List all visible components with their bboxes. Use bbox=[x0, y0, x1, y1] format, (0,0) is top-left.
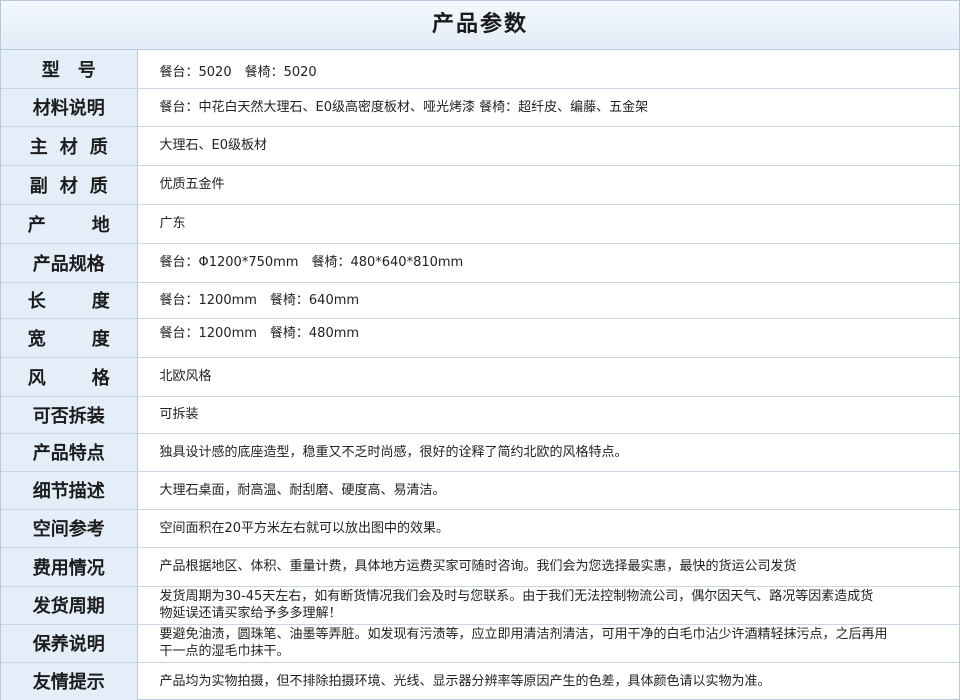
table-row: 费用情况 产品根据地区、体积、重量计费，具体地方运费买家可随时咨询。我们会为您选… bbox=[1, 547, 959, 587]
row-label: 产品规格 bbox=[1, 243, 138, 283]
table-row: 宽 度 餐台：1200mm 餐椅：480mm bbox=[1, 318, 959, 358]
row-label: 空间参考 bbox=[1, 509, 138, 548]
row-value: 优质五金件 bbox=[137, 165, 959, 205]
row-value: 餐台：5020 餐椅：5020 bbox=[137, 50, 959, 89]
row-value: 要避免油渍，圆珠笔、油墨等弄脏。如发现有污渍等，应立即用清洁剂清洁，可用干净的白… bbox=[137, 624, 959, 663]
row-label: 风 格 bbox=[1, 357, 138, 397]
row-value: 广东 bbox=[137, 204, 959, 244]
table-row: 可否拆装 可拆装 bbox=[1, 396, 959, 434]
row-label: 副材质 bbox=[1, 165, 138, 205]
row-value: 餐台：1200mm 餐椅：480mm bbox=[137, 318, 959, 358]
row-label: 费用情况 bbox=[1, 547, 138, 587]
table-row: 型 号 餐台：5020 餐椅：5020 bbox=[1, 50, 959, 89]
table-row: 产品特点 独具设计感的底座造型，稳重又不乏时尚感，很好的诠释了简约北欧的风格特点… bbox=[1, 433, 959, 472]
row-value: 可拆装 bbox=[137, 396, 959, 434]
table-row: 材料说明 餐台：中花白天然大理石、E0级高密度板材、哑光烤漆 餐椅：超纤皮、编藤… bbox=[1, 88, 959, 127]
product-parameters-sheet: 产品参数 型 号 餐台：5020 餐椅：5020 材料说明 餐台：中花白天然大理… bbox=[0, 0, 960, 700]
row-value: 大理石、E0级板材 bbox=[137, 126, 959, 166]
row-value: 大理石桌面，耐高温、耐刮磨、硬度高、易清洁。 bbox=[137, 471, 959, 510]
table-row: 风 格 北欧风格 bbox=[1, 357, 959, 397]
row-value: 北欧风格 bbox=[137, 357, 959, 397]
page-title: 产品参数 bbox=[1, 1, 959, 50]
table-row: 空间参考 空间面积在20平方米左右就可以放出图中的效果。 bbox=[1, 509, 959, 548]
row-label: 友情提示 bbox=[1, 662, 138, 700]
row-label: 主材质 bbox=[1, 126, 138, 166]
row-label: 可否拆装 bbox=[1, 396, 138, 434]
row-value: 餐台：1200mm 餐椅：640mm bbox=[137, 282, 959, 319]
row-label: 发货周期 bbox=[1, 586, 138, 625]
table-row: 保养说明 要避免油渍，圆珠笔、油墨等弄脏。如发现有污渍等，应立即用清洁剂清洁，可… bbox=[1, 624, 959, 663]
row-value: 餐台：Φ1200*750mm 餐椅：480*640*810mm bbox=[137, 243, 959, 283]
row-value: 独具设计感的底座造型，稳重又不乏时尚感，很好的诠释了简约北欧的风格特点。 bbox=[137, 433, 959, 472]
row-label: 材料说明 bbox=[1, 88, 138, 127]
row-value: 产品根据地区、体积、重量计费，具体地方运费买家可随时咨询。我们会为您选择最实惠，… bbox=[137, 547, 959, 587]
table-row: 副材质 优质五金件 bbox=[1, 165, 959, 205]
row-label: 产品特点 bbox=[1, 433, 138, 472]
row-value: 空间面积在20平方米左右就可以放出图中的效果。 bbox=[137, 509, 959, 548]
table-row: 友情提示 产品均为实物拍摄，但不排除拍摄环境、光线、显示器分辨率等原因产生的色差… bbox=[1, 662, 959, 700]
row-value: 餐台：中花白天然大理石、E0级高密度板材、哑光烤漆 餐椅：超纤皮、编藤、五金架 bbox=[137, 88, 959, 127]
row-label: 产 地 bbox=[1, 204, 138, 244]
parameters-table: 型 号 餐台：5020 餐椅：5020 材料说明 餐台：中花白天然大理石、E0级… bbox=[1, 50, 959, 700]
table-row: 长 度 餐台：1200mm 餐椅：640mm bbox=[1, 282, 959, 319]
table-row: 产 地 广东 bbox=[1, 204, 959, 244]
table-row: 细节描述 大理石桌面，耐高温、耐刮磨、硬度高、易清洁。 bbox=[1, 471, 959, 510]
row-value: 发货周期为30-45天左右，如有断货情况我们会及时与您联系。由于我们无法控制物流… bbox=[137, 586, 959, 625]
table-row: 主材质 大理石、E0级板材 bbox=[1, 126, 959, 166]
table-row: 发货周期 发货周期为30-45天左右，如有断货情况我们会及时与您联系。由于我们无… bbox=[1, 586, 959, 625]
row-value: 产品均为实物拍摄，但不排除拍摄环境、光线、显示器分辨率等原因产生的色差，具体颜色… bbox=[159, 673, 771, 689]
row-label: 长 度 bbox=[1, 282, 138, 319]
row-label: 细节描述 bbox=[1, 471, 138, 510]
row-label: 宽 度 bbox=[1, 318, 138, 358]
table-row: 产品规格 餐台：Φ1200*750mm 餐椅：480*640*810mm bbox=[1, 243, 959, 283]
row-label: 型 号 bbox=[1, 50, 138, 89]
row-label: 保养说明 bbox=[1, 624, 138, 663]
